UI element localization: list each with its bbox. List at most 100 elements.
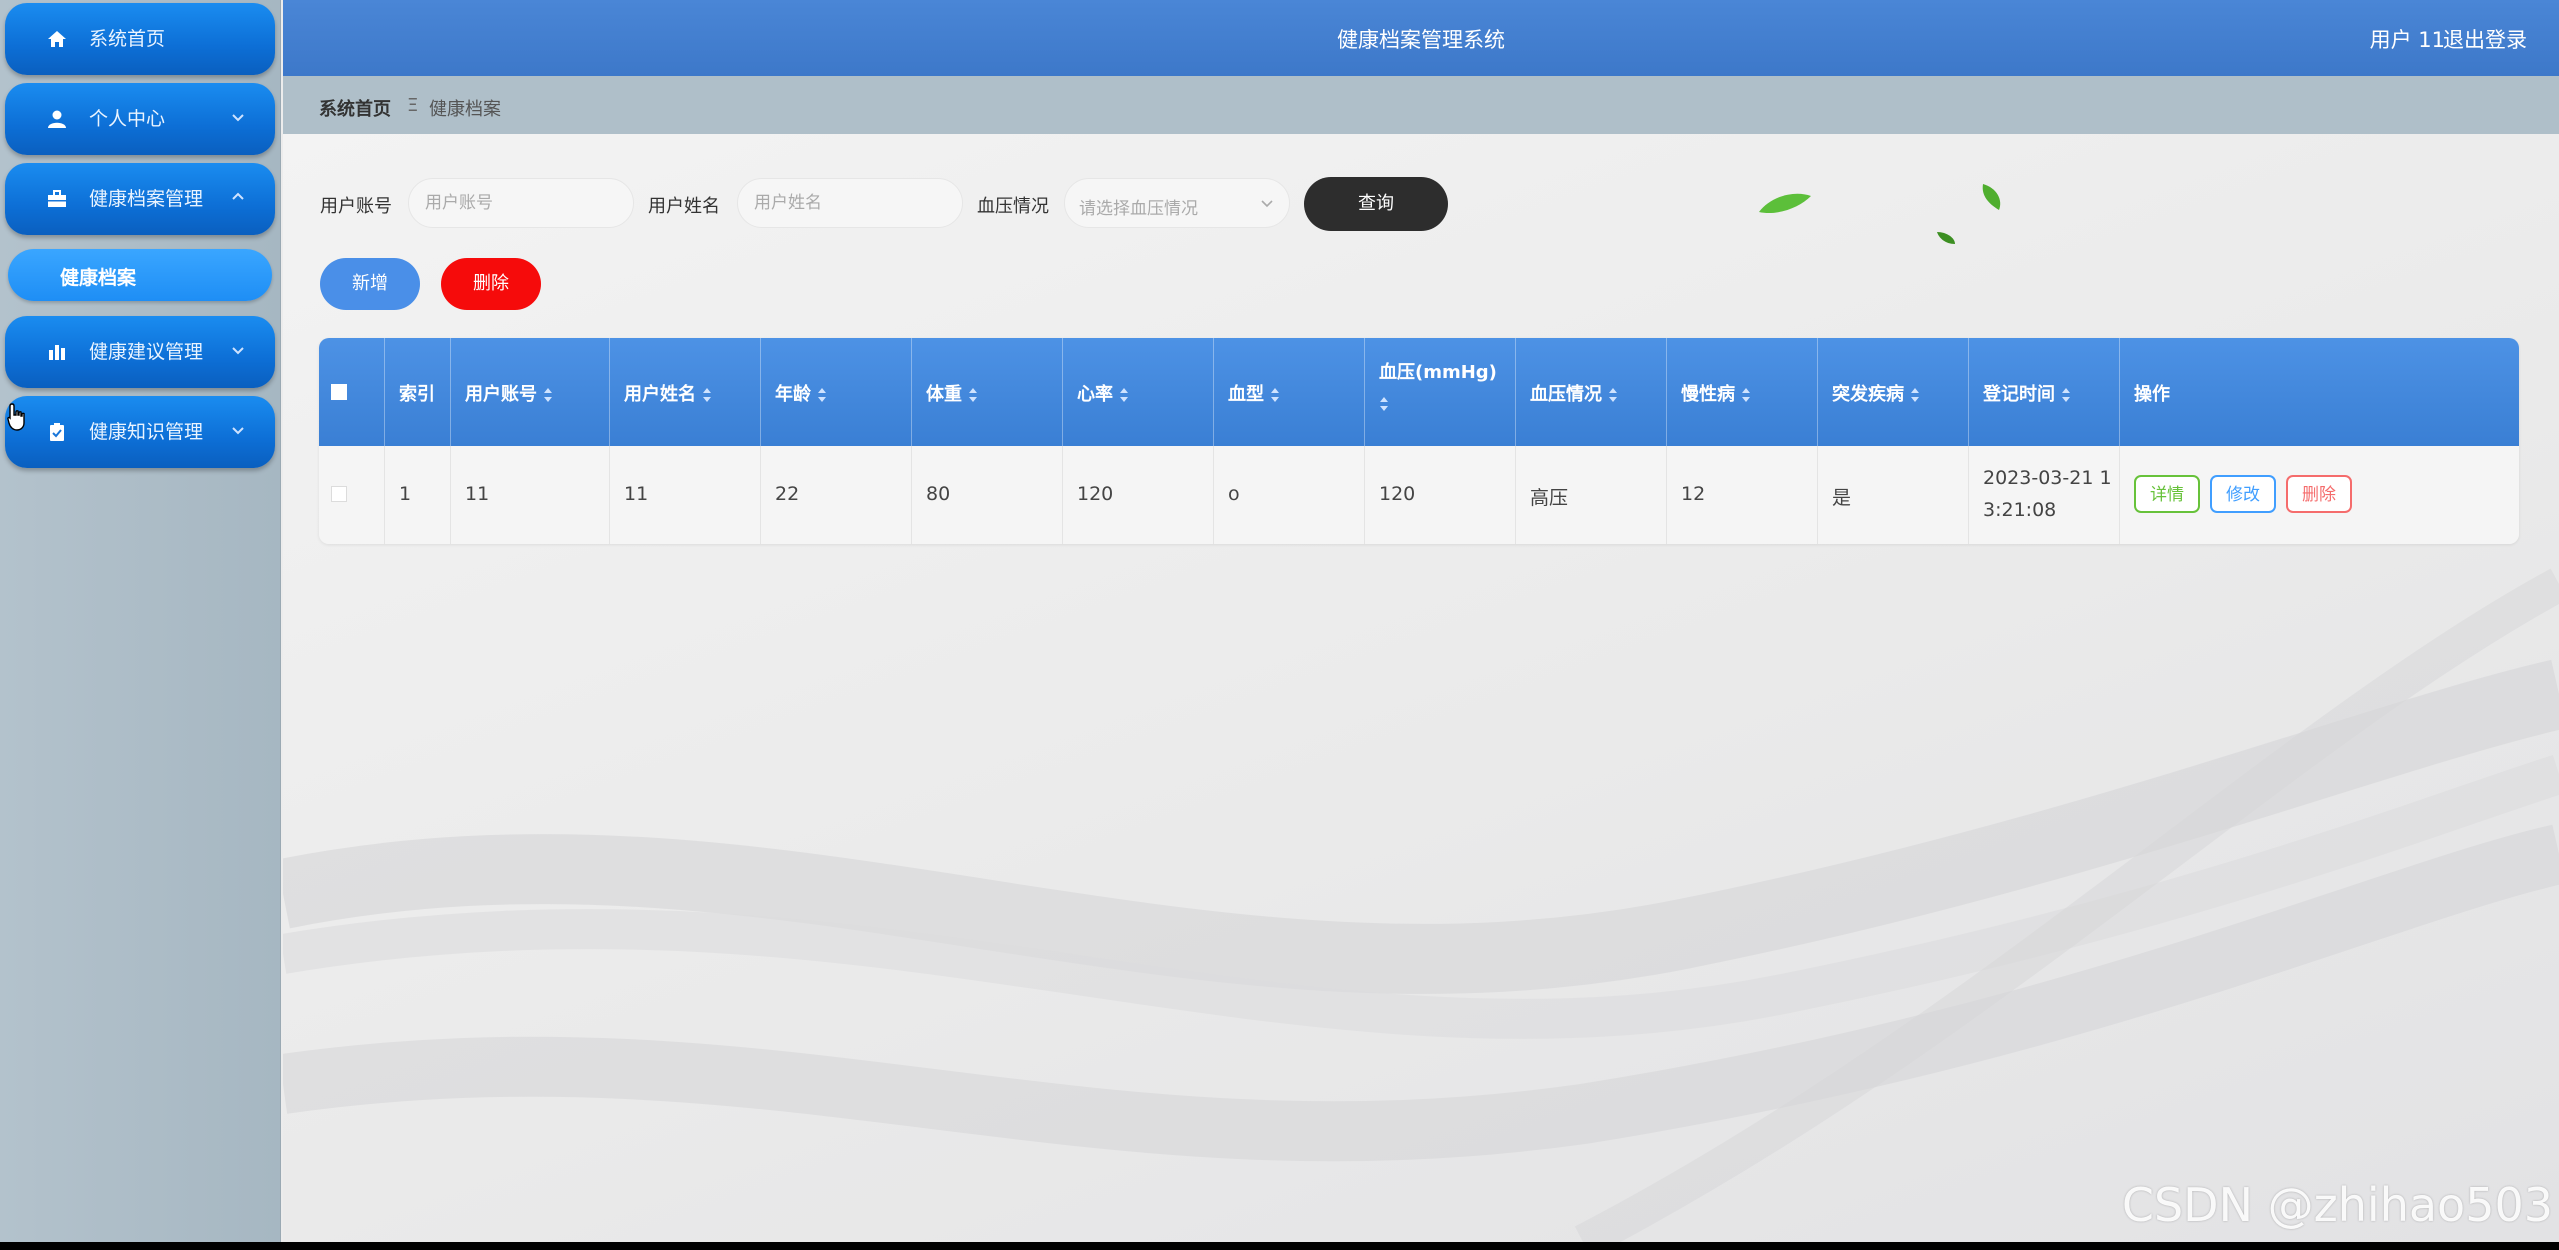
header-cell-age[interactable]: 年龄 [761,338,912,446]
briefcase-icon [48,190,66,207]
sidebar-item-label: 健康档案 [60,267,137,289]
sidebar-item-health-records-management[interactable]: 健康档案管理 [5,163,275,235]
app-title: 健康档案管理系统 [1337,28,1505,52]
sidebar-item-label: 健康知识管理 [89,421,204,443]
app-window: 系统首页 个人中心 健康档案管理 健康档案 健康建议管理 健康知识管理 健康档案… [0,0,2559,1242]
column-header: 索引 [399,384,435,405]
header-cell-time[interactable]: 登记时间 [1969,338,2120,446]
leaf-decoration [1759,193,1811,214]
chart-icon [49,345,65,360]
sidebar-item-personal-center[interactable]: 个人中心 [5,83,275,155]
watermark: CSDN @zhihao503 [2121,1178,2553,1232]
sort-icon [1742,388,1750,402]
cell-sudden: 是 [1818,446,1969,544]
detail-button[interactable]: 详情 [2134,475,2200,513]
header-cell-sudden[interactable]: 突发疾病 [1818,338,1969,446]
breadcrumb: 系统首页 Ξ 健康档案 [283,76,2559,134]
column-header: 操作 [2134,384,2170,405]
cell-weight: 80 [912,446,1063,544]
cell-time: 2023-03-21 1 3:21:08 [1969,446,2120,544]
bp-status-label: 血压情况 [977,196,1049,217]
home-icon [48,31,66,47]
name-search-input[interactable] [737,178,963,228]
leaf-decoration [1937,232,1955,244]
account-label: 用户账号 [320,196,392,217]
cell-heart-rate: 120 [1063,446,1214,544]
main-content: 用户账号 用户姓名 血压情况 请选择血压情况 查询 新增 删除 索引 用户账号 [283,134,2559,1242]
breadcrumb-current: 健康档案 [429,99,501,120]
cell-age: 22 [761,446,912,544]
column-header-time: 登记时间 [1983,380,2071,406]
row-delete-button[interactable]: 删除 [2286,475,2352,513]
column-header-age: 年龄 [775,380,827,406]
sort-icon [1380,397,1388,411]
column-header-weight: 体重 [926,380,978,406]
sidebar-item-health-knowledge-management[interactable]: 健康知识管理 [5,396,275,468]
header-cell-blood-type[interactable]: 血型 [1214,338,1365,446]
cell-operations: 详情 修改 删除 [2120,446,2519,544]
sidebar-item-label: 系统首页 [89,28,166,50]
header-cell-index: 索引 [385,338,451,446]
background-wave-decoration [283,568,2559,1242]
clipboard-icon [50,423,64,441]
cell-chronic: 12 [1667,446,1818,544]
sidebar-item-health-advice-management[interactable]: 健康建议管理 [5,316,275,388]
header-cell-bp-status[interactable]: 血压情况 [1516,338,1667,446]
sort-icon [2062,388,2070,402]
column-header-sudden: 突发疾病 [1832,380,1920,406]
cell-bp-status: 高压 [1516,446,1667,544]
batch-delete-button[interactable]: 删除 [441,258,541,310]
cell-name: 11 [610,446,761,544]
sidebar-subitem-health-records[interactable]: 健康档案 [8,249,272,301]
header-cell-name[interactable]: 用户姓名 [610,338,761,446]
sort-icon [969,388,977,402]
time-line-1: 2023-03-21 1 [1983,467,2112,489]
cell-index: 1 [385,446,451,544]
column-header-name: 用户姓名 [624,380,712,406]
chevron-up-icon [232,192,244,200]
sort-icon [1911,388,1919,402]
add-button[interactable]: 新增 [320,258,420,310]
edit-button[interactable]: 修改 [2210,475,2276,513]
column-header-bp-status: 血压情况 [1530,380,1618,406]
health-records-table: 索引 用户账号 用户姓名 年龄 体重 心率 血型 血压(mmHg) 血压情况 慢… [319,338,2519,544]
chevron-down-icon [232,347,244,355]
sort-icon [703,388,711,402]
chevron-down-icon [232,114,244,122]
sort-icon [1271,388,1279,402]
row-checkbox[interactable] [331,486,347,502]
breadcrumb-separator: Ξ [407,95,419,116]
select-all-checkbox[interactable] [331,384,347,400]
column-header-blood-pressure: 血压(mmHg) [1379,362,1497,383]
header-cell-account[interactable]: 用户账号 [451,338,610,446]
column-header-blood-type: 血型 [1228,380,1280,406]
column-header-chronic: 慢性病 [1681,380,1751,406]
header-cell-operations: 操作 [2120,338,2519,446]
chevron-down-icon [1261,200,1273,208]
current-user: 用户 11 [2369,28,2445,52]
table-row: 1 11 11 22 80 120 o 120 高压 12 是 2023-03-… [319,446,2519,544]
bp-status-select[interactable]: 请选择血压情况 [1064,178,1290,228]
account-search-input[interactable] [408,178,634,228]
cell-account: 11 [451,446,610,544]
sidebar-item-home[interactable]: 系统首页 [5,3,275,75]
leaf-decoration [1982,184,2001,210]
cell-blood-pressure: 120 [1365,446,1516,544]
sidebar: 系统首页 个人中心 健康档案管理 健康档案 健康建议管理 健康知识管理 [0,0,281,1242]
header-cell-chronic[interactable]: 慢性病 [1667,338,1818,446]
sort-icon [544,388,552,402]
query-button[interactable]: 查询 [1304,177,1448,231]
row-select-cell [319,446,385,544]
bp-status-placeholder: 请选择血压情况 [1079,199,1198,219]
user-icon [48,110,66,128]
header-cell-weight[interactable]: 体重 [912,338,1063,446]
header-cell-blood-pressure[interactable]: 血压(mmHg) [1365,338,1516,446]
chevron-down-icon [232,427,244,435]
column-header-heart-rate: 心率 [1077,380,1129,406]
time-line-2: 3:21:08 [1983,499,2057,521]
sort-icon [1120,388,1128,402]
breadcrumb-home[interactable]: 系统首页 [319,95,391,121]
logout-link[interactable]: 退出登录 [2443,24,2527,54]
header-cell-heart-rate[interactable]: 心率 [1063,338,1214,446]
sidebar-item-label: 健康档案管理 [89,188,204,210]
